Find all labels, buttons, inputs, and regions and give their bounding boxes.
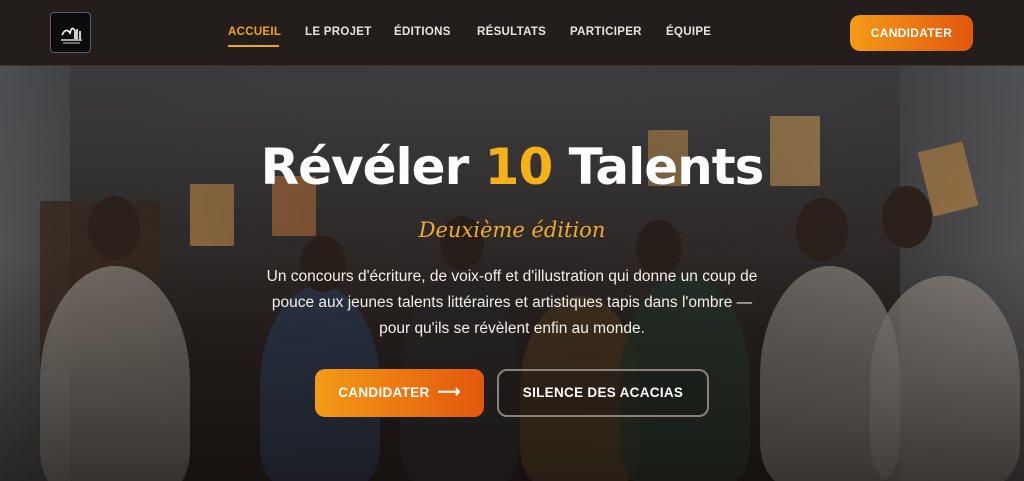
nav-item-le-projet[interactable]: LE PROJET — [305, 26, 372, 38]
hero-title: Révéler 10 Talents — [0, 138, 1024, 196]
hero-title-accent: 10 — [484, 138, 554, 196]
hero-subtitle: Deuxième édition — [418, 218, 606, 242]
hero-title-part1: Révéler — [260, 138, 470, 196]
silence-des-acacias-button[interactable]: SILENCE DES ACACIAS — [497, 369, 709, 417]
hero-description: Un concours d'écriture, de voix-off et d… — [266, 268, 758, 337]
active-nav-indicator — [228, 45, 279, 47]
nav-item-equipe[interactable]: ÉQUIPE — [666, 26, 711, 38]
header-candidater-button[interactable]: CANDIDATER — [850, 15, 973, 51]
arrow-right-icon: ⟶ — [437, 384, 461, 401]
nav-item-participer[interactable]: PARTICIPER — [570, 26, 642, 38]
hero-candidater-label: CANDIDATER — [338, 385, 430, 400]
hero-section: Révéler 10 Talents Deuxième édition Un c… — [0, 66, 1024, 481]
top-navbar: ACCUEIL LE PROJET ÉDITIONS RÉSULTATS PAR… — [0, 0, 1024, 66]
nav-item-accueil[interactable]: ACCUEIL — [228, 26, 281, 38]
hero-title-part2: Talents — [568, 138, 765, 196]
hero-candidater-button[interactable]: CANDIDATER ⟶ — [315, 369, 484, 417]
nav-item-resultats[interactable]: RÉSULTATS — [477, 26, 546, 38]
nav-item-editions[interactable]: ÉDITIONS — [394, 26, 451, 38]
